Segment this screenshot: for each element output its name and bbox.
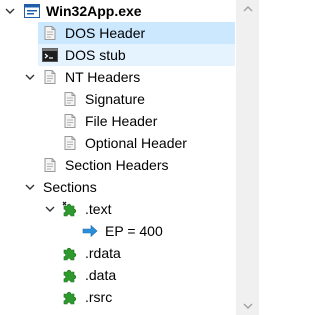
arrow-right-icon [82,223,98,239]
tree-item-label: .rdata [85,245,121,261]
tree-item-rsrc-section[interactable]: .rsrc [0,286,235,308]
scrollbar-thumb[interactable] [242,20,254,295]
tree-item-label: Optional Header [85,135,187,151]
tree-item-label: Win32App.exe [46,3,142,19]
tree-item-label: Section Headers [65,157,169,173]
chevron-down-icon[interactable] [4,0,16,22]
document-icon [62,113,78,129]
tree-item-signature[interactable]: Signature [0,88,235,110]
chevron-down-icon[interactable] [24,66,36,88]
tree-item-optional-header[interactable]: Optional Header [0,132,235,154]
tree-item-rdata-section[interactable]: .rdata [0,242,235,264]
tree-item-text-section[interactable]: .text [0,198,235,220]
document-icon [42,157,58,173]
tree-item-sections[interactable]: Sections [0,176,235,198]
puzzle-icon [62,245,78,261]
scroll-up-arrow-icon[interactable] [237,0,259,18]
document-icon [42,25,58,41]
tree-item-dos-stub[interactable]: DOS stub [38,44,235,66]
puzzle-icon [62,267,78,283]
tree-item-file-header[interactable]: File Header [0,110,235,132]
tree-item-data-section[interactable]: .data [0,264,235,286]
document-icon [62,91,78,107]
tree-item-label: .text [85,201,112,217]
tree-item-label: NT Headers [65,69,141,85]
chevron-down-icon[interactable] [44,198,56,220]
tree-item-section-headers[interactable]: Section Headers [0,154,235,176]
tree-item-label: Sections [43,179,97,195]
tree-item-label: .data [85,267,117,283]
vertical-scrollbar[interactable] [236,0,259,315]
document-icon [42,69,58,85]
puzzle-icon [62,201,78,217]
tree-item-label: DOS Header [65,25,146,41]
tree-item-root[interactable]: Win32App.exe [0,0,235,22]
tree-item-entry-point[interactable]: EP = 400 [0,220,235,242]
exe-window-icon [24,3,40,19]
chevron-down-icon[interactable] [24,176,36,198]
pe-structure-tree[interactable]: Win32App.exe DOS Header DOS stub NT Head… [0,0,235,315]
tree-item-label: EP = 400 [105,223,163,239]
tree-item-dos-header[interactable]: DOS Header [38,22,235,44]
scroll-down-arrow-icon[interactable] [237,297,259,315]
document-icon [62,135,78,151]
puzzle-icon [62,289,78,305]
tree-item-label: File Header [85,113,158,129]
tree-item-nt-headers[interactable]: NT Headers [0,66,235,88]
tree-item-label: .rsrc [85,289,113,305]
tree-item-label: DOS stub [65,47,126,63]
console-icon [42,47,58,63]
tree-item-label: Signature [85,91,145,107]
